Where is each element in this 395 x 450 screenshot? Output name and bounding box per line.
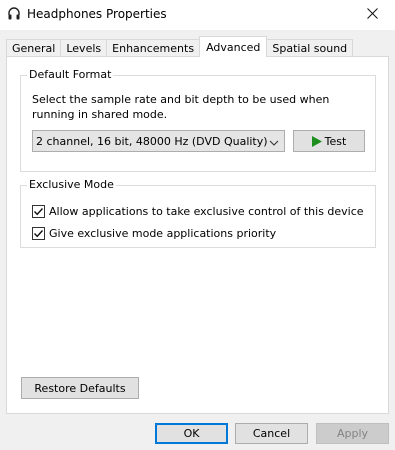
tab-spatial-sound[interactable]: Spatial sound: [266, 39, 354, 57]
format-select-value: 2 channel, 16 bit, 48000 Hz (DVD Quality…: [36, 134, 268, 148]
checkmark-icon: [33, 230, 44, 238]
play-icon: [311, 135, 322, 147]
close-button[interactable]: [349, 0, 395, 30]
tab-enhancements[interactable]: Enhancements: [106, 39, 201, 57]
tab-advanced[interactable]: Advanced: [199, 36, 268, 57]
tab-panel-advanced: Default Format Select the sample rate an…: [6, 56, 389, 414]
default-format-legend: Default Format: [27, 68, 114, 81]
checkmark-icon: [33, 208, 44, 216]
cancel-button[interactable]: Cancel: [235, 423, 308, 444]
close-icon: [366, 8, 378, 22]
chevron-down-icon: [269, 137, 279, 146]
ok-button[interactable]: OK: [155, 423, 228, 444]
title-bar: Headphones Properties: [0, 0, 395, 30]
tab-general[interactable]: General: [6, 39, 62, 57]
properties-window: Headphones Properties General Levels Enh…: [0, 0, 395, 450]
exclusive-control-label: Allow applications to take exclusive con…: [49, 205, 364, 218]
exclusive-priority-label: Give exclusive mode applications priorit…: [49, 227, 277, 240]
exclusive-priority-option[interactable]: Give exclusive mode applications priorit…: [32, 227, 276, 240]
test-button[interactable]: Test: [293, 130, 365, 152]
restore-defaults-button[interactable]: Restore Defaults: [21, 377, 139, 399]
tab-levels[interactable]: Levels: [60, 39, 108, 57]
tab-strip: General Levels Enhancements Advanced Spa…: [6, 36, 354, 57]
headphones-icon: [8, 7, 20, 21]
apply-button[interactable]: Apply: [316, 423, 389, 444]
default-format-group: Default Format Select the sample rate an…: [20, 68, 376, 172]
exclusive-control-option[interactable]: Allow applications to take exclusive con…: [32, 205, 364, 218]
exclusive-mode-group: Exclusive Mode Allow applications to tak…: [20, 178, 376, 248]
exclusive-priority-checkbox[interactable]: [32, 227, 45, 240]
window-title: Headphones Properties: [27, 7, 167, 21]
test-button-label: Test: [324, 134, 347, 148]
exclusive-control-checkbox[interactable]: [32, 205, 45, 218]
default-format-description: Select the sample rate and bit depth to …: [32, 93, 330, 121]
format-select[interactable]: 2 channel, 16 bit, 48000 Hz (DVD Quality…: [32, 130, 285, 152]
exclusive-mode-legend: Exclusive Mode: [27, 178, 116, 191]
